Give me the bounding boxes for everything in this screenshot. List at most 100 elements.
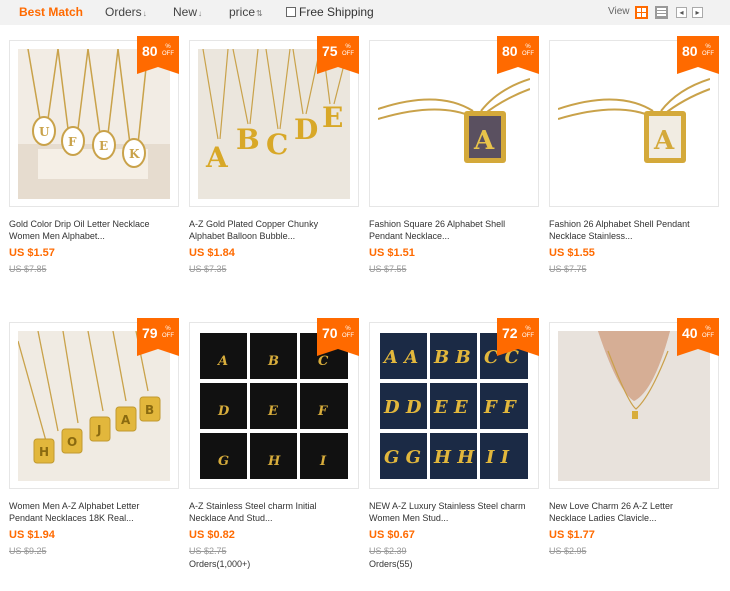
off-text: OFF xyxy=(702,51,714,57)
product-orders: Orders(1,000+) xyxy=(189,559,251,569)
product-old-price: US $7.75 xyxy=(549,264,587,274)
discount-badge: 72 % OFF xyxy=(497,318,539,356)
chevron-left-icon[interactable]: ◂ xyxy=(676,7,687,18)
discount-off-label: % OFF xyxy=(342,44,354,58)
percent-sign: % xyxy=(705,44,711,50)
grid-view-icon[interactable] xyxy=(635,6,648,19)
discount-badge: 40 % OFF xyxy=(677,318,719,356)
product-title[interactable]: NEW A-Z Luxury Stainless Steel charm Wome… xyxy=(369,500,539,524)
svg-text:G: G xyxy=(218,454,229,469)
product-price: US $1.94 xyxy=(9,529,55,541)
discount-off-label: % OFF xyxy=(702,326,714,340)
discount-off-label: % OFF xyxy=(702,44,714,58)
percent-sign: % xyxy=(345,44,351,50)
discount-badge: 80 % OFF xyxy=(677,36,719,74)
off-text: OFF xyxy=(702,333,714,339)
sort-down-icon: ↓ xyxy=(198,9,203,18)
product-title[interactable]: A-Z Gold Plated Copper Chunky Alphabet Ba… xyxy=(189,218,359,242)
product-price: US $0.82 xyxy=(189,529,235,541)
discount-off-label: % OFF xyxy=(162,44,174,58)
product-title[interactable]: Fashion 26 Alphabet Shell Pendant Necklac… xyxy=(549,218,719,242)
sort-bar: Best Match Orders↓ New↓ price⇅ Free Ship… xyxy=(0,0,730,25)
product-title-line: Fashion 26 Alphabet Shell Pendant xyxy=(549,219,690,229)
product-price: US $1.84 xyxy=(189,247,235,259)
svg-text:I I: I I xyxy=(485,447,510,468)
product-price: US $1.57 xyxy=(9,247,55,259)
product-title-line: Necklace Ladies Clavicle... xyxy=(549,513,657,523)
svg-text:B: B xyxy=(236,123,260,156)
sort-price-label: price xyxy=(229,5,256,19)
discount-value: 40 xyxy=(682,325,698,341)
discount-badge: 80 % OFF xyxy=(137,36,179,74)
product-title[interactable]: Fashion Square 26 Alphabet Shell Pendant … xyxy=(369,218,539,242)
sort-new[interactable]: New↓ xyxy=(173,5,202,19)
product-price: US $1.77 xyxy=(549,529,595,541)
free-shipping-filter[interactable]: Free Shipping xyxy=(286,5,374,19)
sort-updown-icon: ⇅ xyxy=(256,9,263,18)
discount-value: 75 xyxy=(322,43,338,59)
product-old-price: US $2.95 xyxy=(549,546,587,556)
svg-text:G G: G G xyxy=(384,447,421,468)
product-title-line: Women Men Stud... xyxy=(369,513,449,523)
discount-off-label: % OFF xyxy=(522,44,534,58)
sort-new-label: New xyxy=(173,5,198,19)
product-title-line: Alphabet Balloon Bubble... xyxy=(189,231,296,241)
list-view-icon[interactable] xyxy=(655,6,668,19)
svg-text:F: F xyxy=(317,404,328,419)
discount-off-label: % OFF xyxy=(522,326,534,340)
svg-text:H: H xyxy=(267,454,281,469)
percent-sign: % xyxy=(525,44,531,50)
discount-off-label: % OFF xyxy=(342,326,354,340)
svg-text:F: F xyxy=(68,135,77,149)
sort-down-icon: ↓ xyxy=(142,9,147,18)
percent-sign: % xyxy=(165,44,171,50)
chevron-right-icon[interactable]: ▸ xyxy=(692,7,703,18)
svg-text:C: C xyxy=(318,354,329,369)
svg-text:B: B xyxy=(145,403,154,417)
free-shipping-checkbox[interactable] xyxy=(286,7,296,17)
product-title[interactable]: A-Z Stainless Steel charm Initial Necklac… xyxy=(189,500,359,524)
svg-text:K: K xyxy=(129,147,140,161)
product-title-line: A-Z Stainless Steel charm Initial xyxy=(189,501,317,511)
sort-best-match[interactable]: Best Match xyxy=(19,5,83,19)
percent-sign: % xyxy=(705,326,711,332)
product-title-line: A-Z Gold Plated Copper Chunky xyxy=(189,219,319,229)
product-title-line: Pendant Necklaces 18K Real... xyxy=(9,513,134,523)
off-text: OFF xyxy=(342,51,354,57)
svg-text:H: H xyxy=(39,445,49,459)
product-old-price: US $7.35 xyxy=(189,264,227,274)
product-title-line: NEW A-Z Luxury Stainless Steel charm xyxy=(369,501,526,511)
off-text: OFF xyxy=(162,333,174,339)
discount-badge: 79 % OFF xyxy=(137,318,179,356)
discount-value: 80 xyxy=(502,43,518,59)
product-old-price: US $7.85 xyxy=(9,264,47,274)
off-text: OFF xyxy=(522,333,534,339)
product-price: US $1.55 xyxy=(549,247,595,259)
discount-badge: 75 % OFF xyxy=(317,36,359,74)
svg-text:A: A xyxy=(216,354,228,369)
product-price: US $1.51 xyxy=(369,247,415,259)
free-shipping-label: Free Shipping xyxy=(299,5,374,19)
svg-text:E E: E E xyxy=(433,397,468,418)
svg-text:A: A xyxy=(473,126,495,156)
product-title-line: Fashion Square 26 Alphabet Shell xyxy=(369,219,506,229)
sort-orders[interactable]: Orders↓ xyxy=(105,5,147,19)
product-old-price: US $2.75 xyxy=(189,546,227,556)
discount-value: 80 xyxy=(142,43,158,59)
product-title[interactable]: Gold Color Drip Oil Letter Necklace Women… xyxy=(9,218,179,242)
discount-value: 80 xyxy=(682,43,698,59)
product-title-line: Necklace And Stud... xyxy=(189,513,273,523)
view-label: View xyxy=(608,6,630,17)
sort-price[interactable]: price⇅ xyxy=(229,5,263,19)
product-title[interactable]: New Love Charm 26 A-Z Letter Necklace Lad… xyxy=(549,500,719,524)
svg-text:D: D xyxy=(217,404,230,419)
discount-value: 79 xyxy=(142,325,158,341)
discount-value: 72 xyxy=(502,325,518,341)
svg-text:E: E xyxy=(267,404,279,419)
svg-text:F F: F F xyxy=(483,397,517,418)
product-old-price: US $2.39 xyxy=(369,546,407,556)
svg-text:U: U xyxy=(39,125,50,139)
off-text: OFF xyxy=(162,51,174,57)
product-title[interactable]: Women Men A-Z Alphabet Letter Pendant Nec… xyxy=(9,500,179,524)
svg-text:O: O xyxy=(67,435,77,449)
